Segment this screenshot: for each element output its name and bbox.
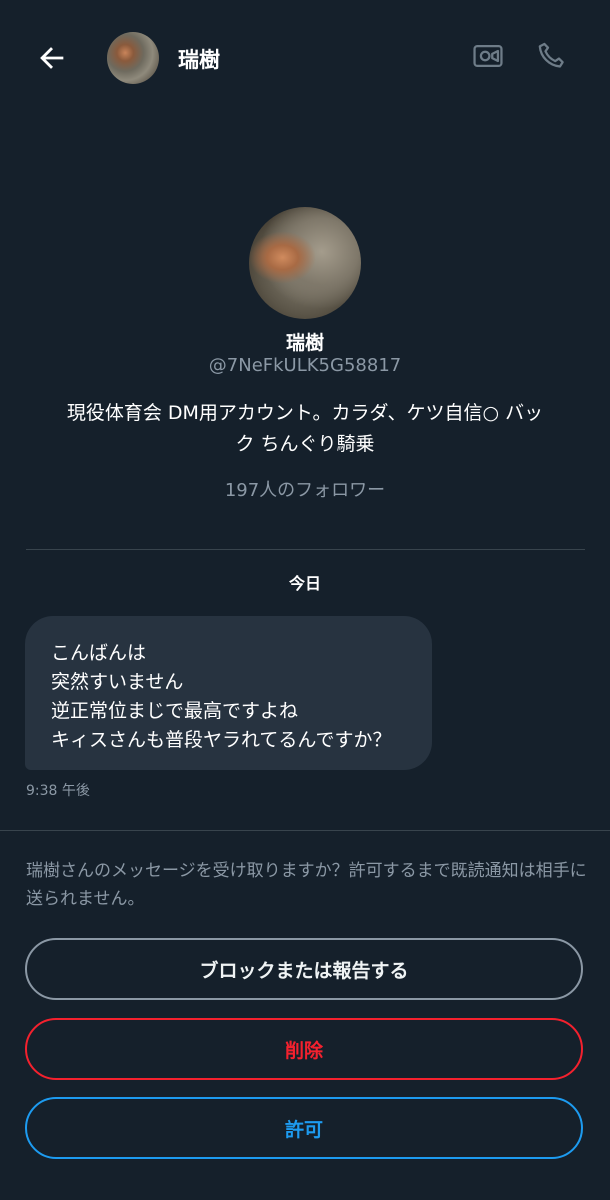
header-avatar[interactable]	[107, 32, 159, 84]
profile-bio-line: 現役体育会 DM用アカウント。カラダ、ケツ自信○ バッ	[66, 402, 544, 424]
video-camera-icon	[473, 44, 503, 68]
profile-avatar[interactable]	[249, 207, 361, 319]
message-line: キィスさんも普段ヤラれてるんですか？	[51, 729, 392, 751]
message-line: 突然すいません	[51, 671, 184, 693]
followers-count[interactable]: 197人のフォロワー	[0, 476, 610, 502]
divider	[0, 830, 610, 831]
phone-icon	[538, 42, 564, 68]
message-line: こんばんは	[51, 642, 147, 664]
allow-button[interactable]: 許可	[25, 1097, 583, 1159]
conversation-header: 瑞樹	[0, 0, 610, 116]
message-timestamp: 9:38 午後	[26, 783, 90, 799]
header-name[interactable]: 瑞樹	[178, 44, 220, 74]
profile-bio-line: ク ちんぐり騎乗	[235, 433, 375, 455]
message-request-notice: 瑞樹さんのメッセージを受け取りますか？許可するまで既読通知は相手に送られません。	[26, 861, 587, 909]
message-line: 逆正常位まじで最高ですよね	[51, 700, 299, 722]
profile-name[interactable]: 瑞樹	[0, 328, 610, 355]
video-call-button[interactable]	[468, 36, 508, 76]
message-bubble[interactable]: こんばんは 突然すいません 逆正常位まじで最高ですよね キィスさんも普段ヤラれて…	[25, 616, 432, 770]
block-or-report-button[interactable]: ブロックまたは報告する	[25, 938, 583, 1000]
arrow-left-icon	[40, 47, 64, 69]
back-button[interactable]	[30, 36, 74, 80]
phone-call-button[interactable]	[532, 36, 572, 76]
delete-button[interactable]: 削除	[25, 1018, 583, 1080]
profile-bio: 現役体育会 DM用アカウント。カラダ、ケツ自信○ バッ ク ちんぐり騎乗	[50, 398, 560, 460]
profile-handle[interactable]: @7NeFkULK5G58817	[0, 355, 610, 376]
date-separator: 今日	[288, 574, 321, 593]
divider	[26, 549, 585, 550]
